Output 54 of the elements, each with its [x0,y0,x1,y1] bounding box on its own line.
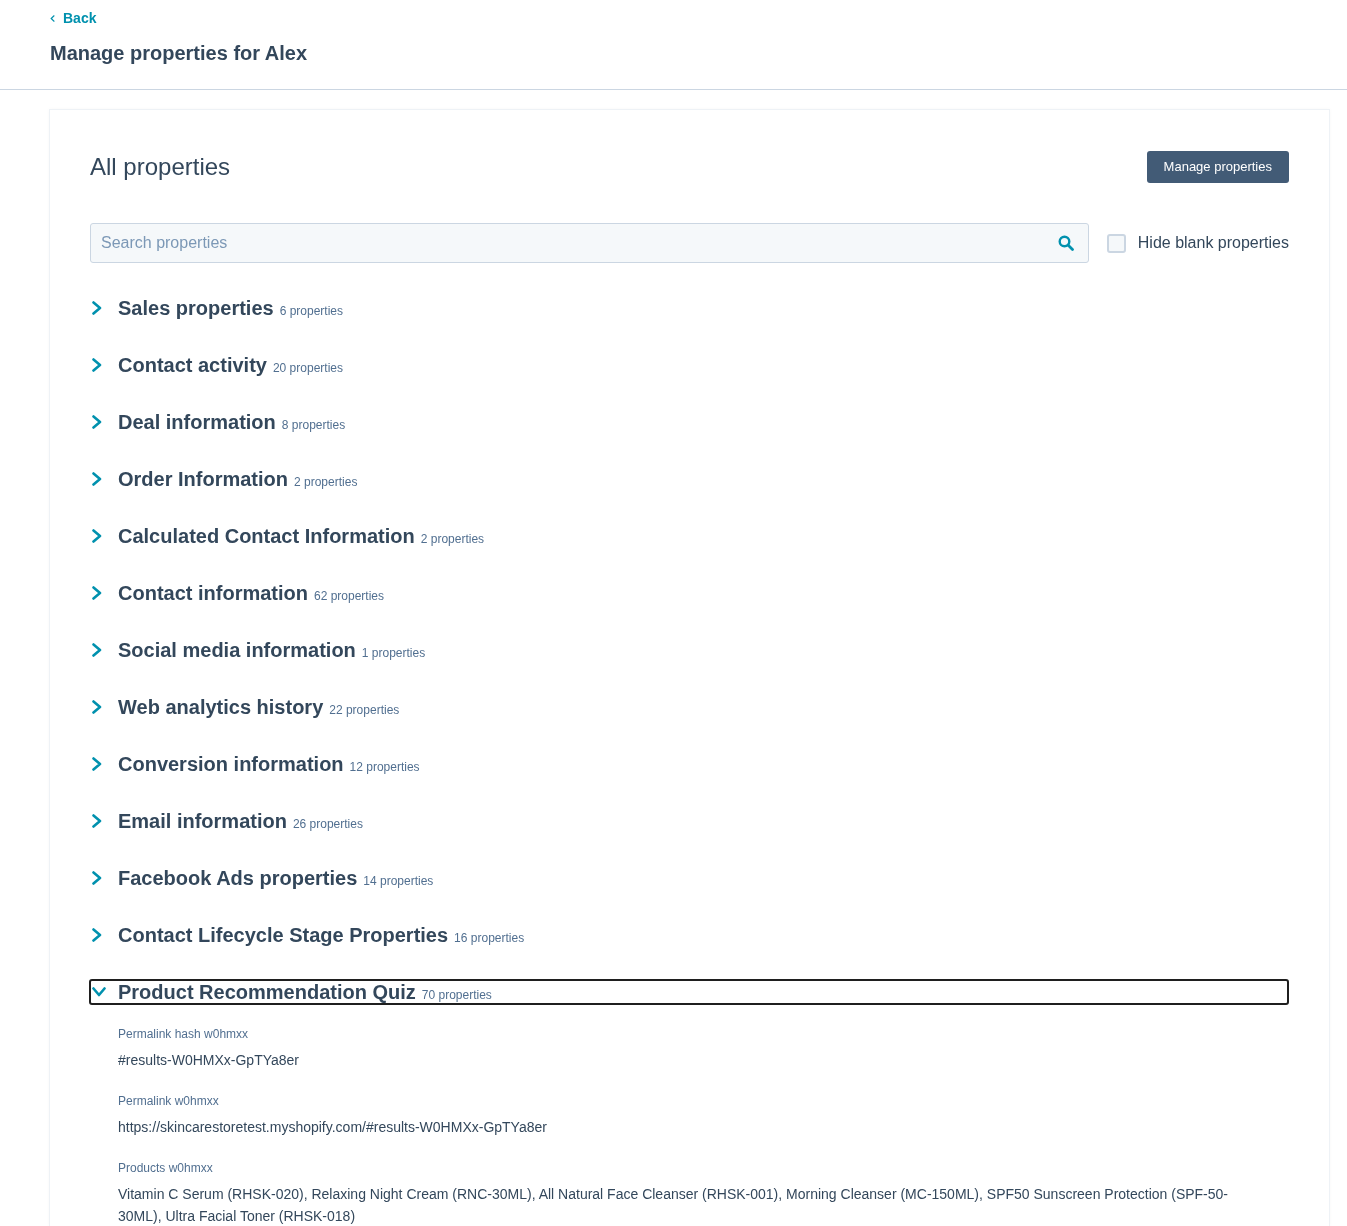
chevron-left-icon [50,14,55,22]
section-title: Contact Lifecycle Stage Properties [118,923,449,947]
section-header[interactable]: Contact activity 20 properties [89,352,1289,378]
section-title: Contact information [118,581,308,605]
search-field[interactable]: Search properties [90,223,1089,263]
hide-blank-label: Hide blank properties [1137,233,1289,253]
page-title: Manage properties for Alex [50,41,308,66]
section-header[interactable]: Deal information 8 properties [89,409,1289,435]
section-header[interactable]: Facebook Ads properties 14 properties [89,865,1289,891]
section-title: Social media information [118,638,356,662]
section-title: Web analytics history [118,695,324,719]
property-count: 20 properties [272,360,343,376]
section-title: Conversion information [118,752,344,776]
property-count: 6 properties [279,303,343,319]
property-count: 22 properties [329,702,400,718]
property-count: 26 properties [292,816,363,832]
property-label: Permalink w0hmxx [118,1093,219,1109]
section-title: Calculated Contact Information [118,524,415,548]
property-count: 1 properties [361,645,426,661]
property-count: 12 properties [349,759,420,775]
section-header[interactable]: Contact information 62 properties [89,580,1289,606]
hide-blank-checkbox[interactable] [1106,233,1126,253]
section-header[interactable]: Calculated Contact Information 2 properties [89,523,1289,549]
section-header[interactable]: Conversion information 12 properties [89,751,1289,777]
property-count: 62 properties [314,588,385,604]
section-header[interactable]: Contact Lifecycle Stage Properties 16 properties [89,922,1289,948]
section-title: Sales properties [118,296,274,320]
property-count: 2 properties [294,474,358,490]
property-count: 8 properties [281,417,346,433]
manage-properties-button[interactable]: Manage properties [1146,151,1289,183]
property-count: 16 properties [454,930,525,946]
card-title: All properties [90,152,231,182]
section-title: Contact activity [118,353,267,377]
section-title: Email information [118,809,287,833]
section-header[interactable]: Product Recommendation Quiz 70 properties [89,979,1289,1005]
property-value: Vitamin C Serum (RHSK-020), Relaxing Night Cream (RNC-30ML), All Natural Face Cleanser (RHSK-001), Morning Cleanser (MC-150ML), SPF50 Sunscreen Protection (SPF-50-30ML), Ultra Facial Toner (RHSK-018) [118,1185,1229,1226]
section-header[interactable]: Web analytics history 22 properties [89,694,1289,720]
section-header[interactable]: Order Information 2 properties [89,466,1289,492]
back-link[interactable]: Back [50,9,97,27]
property-count: 14 properties [363,873,434,889]
property-count: 70 properties [421,987,492,1003]
section-title: Product Recommendation Quiz [118,980,416,1004]
section-header[interactable]: Email information 26 properties [89,808,1289,834]
search-icon [1057,235,1074,251]
property-label: Permalink hash w0hmxx [118,1026,249,1042]
section-header[interactable]: Social media information 1 properties [89,637,1289,663]
section-title: Order Information [118,467,288,491]
property-label: Products w0hmxx [118,1160,213,1176]
section-title: Facebook Ads properties [118,866,358,890]
property-count: 2 properties [420,531,485,547]
property-value: https://skincarestoretest.myshopify.com/#results-W0HMXx-GpTYa8er [118,1118,547,1137]
property-value: #results-W0HMXx-GpTYa8er [118,1051,299,1070]
section-title: Deal information [118,410,276,434]
section-header[interactable]: Sales properties 6 properties [89,295,1289,321]
